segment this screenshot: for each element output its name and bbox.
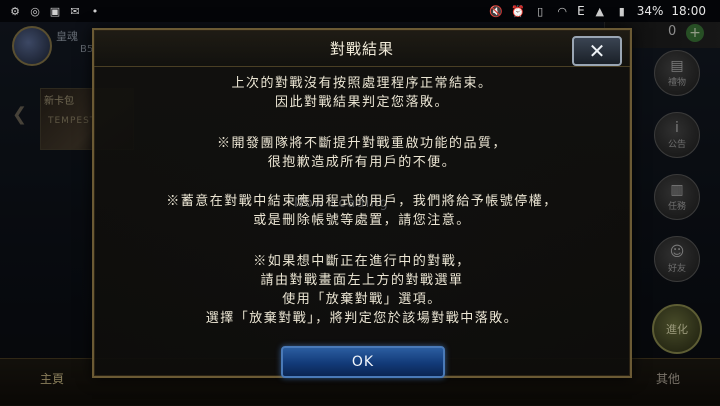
message-line: 使用「放棄對戰」選項。 (282, 292, 442, 307)
vibrate-icon: ▯ (537, 4, 544, 18)
signal-icon: ▲ (595, 4, 604, 18)
system-icons: 🔇 ⏰ ▯ ◠ E ▲ ▮ 34% 18:00 (489, 4, 720, 18)
message-paragraph-4: ※如果想中斷正在進行中的對戰， 請由對戰畫面左上方的對戰選單 使用「放棄對戰」選… (94, 252, 630, 328)
sync-notification-icon: ◎ (30, 4, 40, 18)
message-paragraph-2: ※開發團隊將不斷提升對戰重啟功能的品質， 很抱歉造成所有用戶的不便。 (94, 134, 630, 172)
ok-button[interactable]: OK (281, 346, 445, 378)
message-line: 上次的對戰沒有按照處理程序正常結束。 (231, 76, 493, 91)
more-notification-icon: • (91, 4, 99, 18)
message-line: 請由對戰畫面左上方的對戰選單 (260, 273, 464, 288)
battle-result-dialog: 對戰結果 ✕ Now Loading 上次的對戰沒有按照處理程序正常結束。 因此… (92, 28, 632, 378)
wifi-icon: ◠ (557, 4, 567, 18)
message-line: 因此對戰結果判定您落敗。 (274, 95, 449, 110)
network-type: E (577, 4, 585, 18)
message-line: ※開發團隊將不斷提升對戰重啟功能的品質， (216, 136, 507, 151)
battery-level: 34% (636, 4, 664, 18)
close-button[interactable]: ✕ (572, 36, 622, 66)
settings-notification-icon: ⚙ (10, 4, 20, 18)
battery-icon: ▮ (618, 4, 625, 18)
message-line: 或是刪除帳號等處置，請您注意。 (253, 213, 471, 228)
message-paragraph-1: 上次的對戰沒有按照處理程序正常結束。 因此對戰結果判定您落敗。 (94, 74, 630, 112)
image-notification-icon: ▣ (49, 4, 61, 18)
message-line: ※蓄意在對戰中結束應用程式的用戶，我們將給予帳號停權， (166, 194, 558, 209)
clock: 18:00 (671, 4, 706, 18)
mute-icon: 🔇 (489, 4, 503, 18)
dialog-title: 對戰結果 (329, 40, 394, 58)
close-icon: ✕ (588, 39, 606, 63)
message-line: ※如果想中斷正在進行中的對戰， (253, 254, 471, 269)
status-bar: ⚙ ◎ ▣ ✉ • 🔇 ⏰ ▯ ◠ E ▲ ▮ 34% 18:00 (0, 0, 720, 22)
ok-button-label: OK (351, 354, 375, 370)
alarm-icon: ⏰ (511, 4, 525, 18)
message-line: 選擇「放棄對戰」，將判定您於該場對戰中落敗。 (205, 311, 519, 326)
message-line: 很抱歉造成所有用戶的不便。 (267, 155, 457, 170)
mail-notification-icon: ✉ (70, 4, 80, 18)
message-paragraph-3: ※蓄意在對戰中結束應用程式的用戶，我們將給予帳號停權， 或是刪除帳號等處置，請您… (94, 192, 630, 230)
notification-icons: ⚙ ◎ ▣ ✉ • (0, 4, 102, 18)
